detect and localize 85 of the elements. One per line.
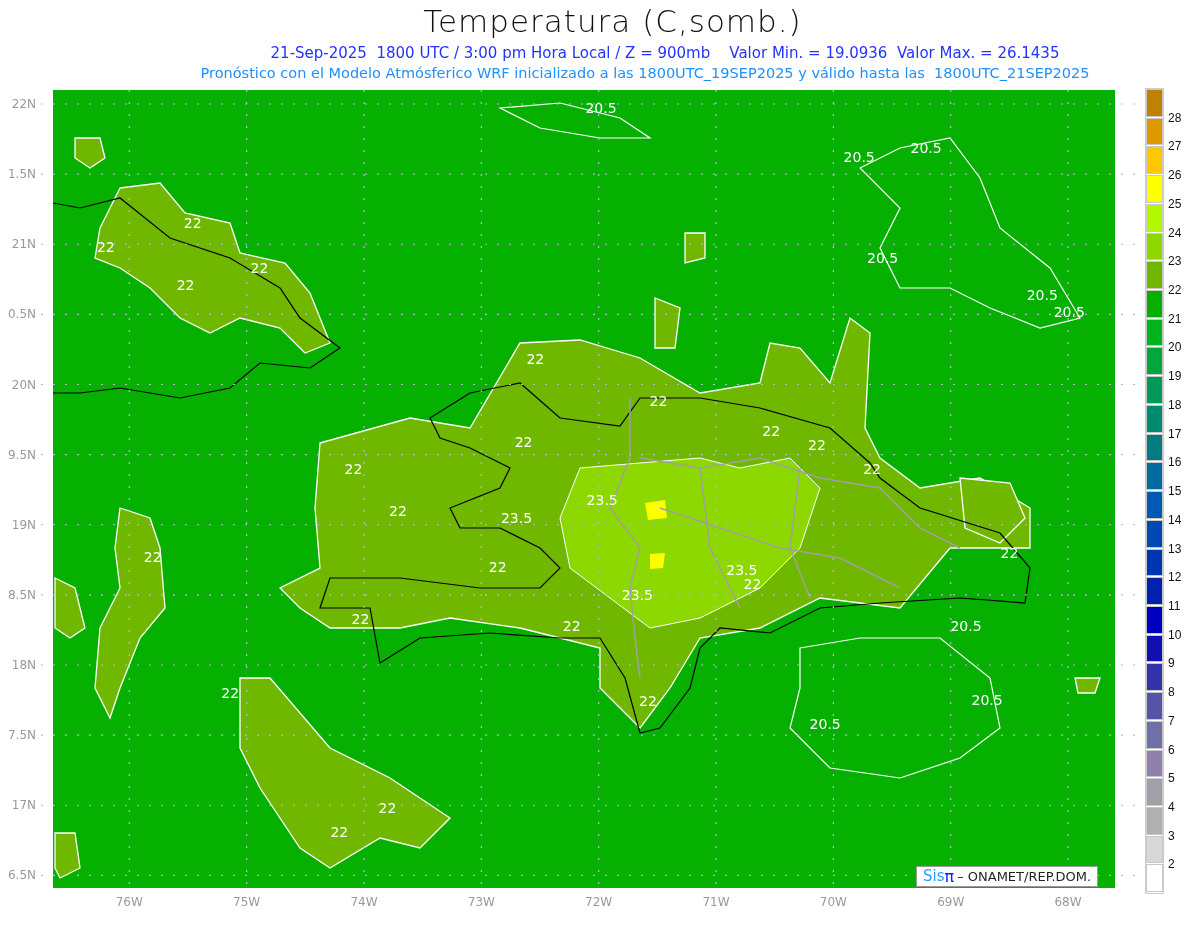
contour-label: 22 <box>344 460 363 477</box>
contour-label: 23.5 <box>726 561 758 578</box>
contour-label: 22 <box>183 215 202 232</box>
legend-label: 14 <box>1168 513 1182 526</box>
legend-label: 5 <box>1168 772 1175 785</box>
longitude-label: 68W <box>1054 895 1082 909</box>
latitude-label: 1.5N <box>7 167 36 182</box>
latitude-label: 19N <box>11 517 36 532</box>
latitude-label: 18N <box>11 658 36 672</box>
legend-label: 7 <box>1168 714 1175 727</box>
latitude-label: 20N <box>11 377 36 392</box>
contour-label: 20.5 <box>950 617 982 634</box>
contour-label: 22 <box>330 823 349 840</box>
legend-label: 17 <box>1168 427 1182 440</box>
legend-label: 27 <box>1168 140 1182 153</box>
latitude-label: 21N <box>11 237 36 252</box>
longitude-label: 71W <box>702 895 730 909</box>
contour-label: 22 <box>762 422 781 439</box>
longitude-label: 72W <box>585 895 613 909</box>
legend-label: 15 <box>1168 485 1182 498</box>
contour-label: 22 <box>808 436 826 453</box>
legend-label: 24 <box>1168 226 1182 239</box>
latitude-label: 6.5N <box>7 868 36 883</box>
contour-label: 22 <box>176 276 195 293</box>
legend-label: 28 <box>1168 111 1182 124</box>
contour-label: 22 <box>639 693 657 710</box>
legend-label: 18 <box>1168 398 1182 411</box>
longitude-label: 70W <box>819 895 847 909</box>
legend-label: 16 <box>1168 456 1182 469</box>
legend-label: 9 <box>1168 657 1175 670</box>
legend-label: 26 <box>1168 169 1182 182</box>
contour-label: 22 <box>488 558 507 575</box>
contour-label: 22 <box>649 393 668 410</box>
legend-label: 23 <box>1168 255 1182 268</box>
contour-label: 22 <box>743 575 762 592</box>
legend-label: 20 <box>1168 341 1182 354</box>
chart-title: Temperatura (C,somb.) <box>422 2 803 41</box>
latitude-label: 9.5N <box>7 447 36 462</box>
contour-label: 22 <box>96 239 115 256</box>
contour-label: 20.5 <box>843 149 875 166</box>
contour-label: 22 <box>863 460 881 477</box>
legend-label: 3 <box>1168 829 1175 842</box>
longitude-label: 75W <box>233 895 261 909</box>
latitude-label: 0.5N <box>7 307 36 322</box>
legend-label: 12 <box>1168 571 1182 584</box>
legend-label: 13 <box>1168 542 1182 555</box>
contour-label: 22 <box>378 800 397 817</box>
legend-label: 22 <box>1168 284 1182 297</box>
legend-label: 10 <box>1168 628 1182 641</box>
contour-label: 20.5 <box>585 100 617 117</box>
contour-label: 22 <box>514 434 533 450</box>
latitude-label: 7.5N <box>7 728 36 743</box>
contour-label: 22 <box>526 351 545 368</box>
pi-symbol: π <box>944 867 955 886</box>
credit-text: – ONAMET/REP.DOM. <box>957 868 1092 886</box>
forecast-note: Pronóstico con el Modelo Atmósferico WRF inicializado a las 1800UTC_19SEP2025 y válido hasta las 1800UTC_21SEP2025 <box>199 64 1091 83</box>
legend-label: 4 <box>1168 800 1175 813</box>
legend-label: 6 <box>1168 743 1175 756</box>
contour-label: 23.5 <box>621 586 653 603</box>
latitude-label: 17N <box>11 798 36 813</box>
legend-label: 11 <box>1168 599 1181 612</box>
longitude-label: 76W <box>115 895 143 909</box>
legend-label: 21 <box>1168 312 1182 325</box>
contour-label: 22 <box>1000 544 1019 561</box>
contour-label: 22 <box>351 610 370 627</box>
longitude-label: 69W <box>937 895 965 909</box>
latitude-label: 22N <box>11 97 36 111</box>
contour-label: 20.5 <box>809 715 841 732</box>
logo-text: Sis <box>923 867 945 886</box>
legend-label: 2 <box>1168 858 1175 871</box>
contour-label: 22 <box>389 502 407 519</box>
latitude-label: 8.5N <box>7 587 36 602</box>
contour-label: 23.5 <box>586 491 618 508</box>
legend-label: 8 <box>1168 686 1175 699</box>
legend-label: 19 <box>1168 370 1182 383</box>
contour-label: 20.5 <box>910 139 942 156</box>
legend-label: 25 <box>1168 197 1182 210</box>
contour-label: 22 <box>562 617 581 634</box>
chart-subtitle: 21-Sep-2025 1800 UTC / 3:00 pm Hora Local / Z = 900mb Valor Min. = 19.0936 Valor Max. = 26.1435 <box>269 43 1061 63</box>
contour-label: 22 <box>250 260 269 277</box>
longitude-label: 74W <box>350 895 378 909</box>
contour-label: 22 <box>221 685 240 702</box>
longitude-label: 73W <box>467 895 495 909</box>
contour-label: 20.5 <box>1026 286 1058 303</box>
contour-label: 23.5 <box>500 509 533 526</box>
